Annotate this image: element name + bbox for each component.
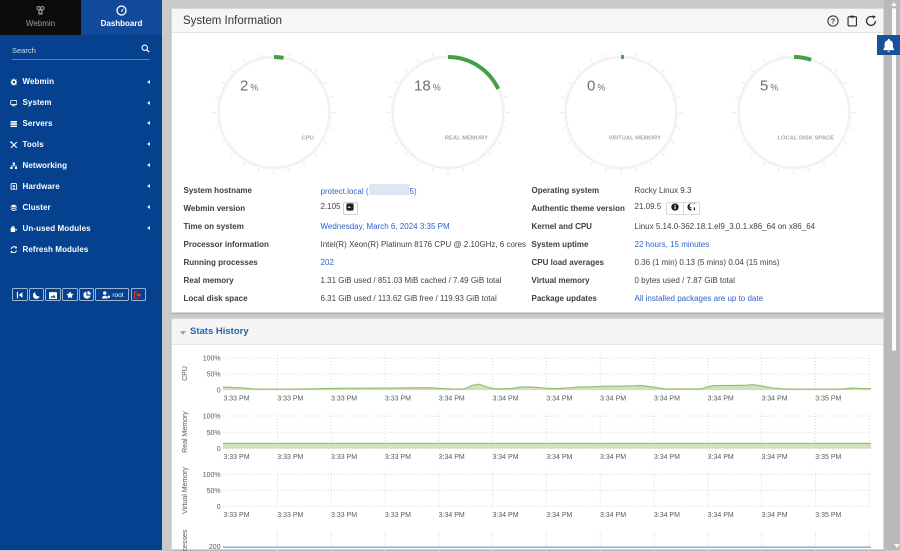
svg-text:3:34 PM: 3:34 PM — [439, 396, 465, 403]
svg-text:Virtual Memory: Virtual Memory — [182, 467, 189, 514]
svg-text:3:34 PM: 3:34 PM — [600, 396, 626, 403]
svg-text:Real Memory: Real Memory — [182, 411, 189, 453]
svg-text:3:35 PM: 3:35 PM — [815, 396, 841, 403]
svg-text:0%: 0% — [587, 78, 605, 95]
svg-text:3:34 PM: 3:34 PM — [600, 454, 626, 461]
svg-text:3:34 PM: 3:34 PM — [708, 396, 734, 403]
svg-text:Processes: Processes — [182, 529, 189, 551]
svg-text:3:33 PM: 3:33 PM — [223, 396, 249, 403]
svg-text:REAL MEMORY: REAL MEMORY — [445, 136, 488, 142]
svg-text:3:33 PM: 3:33 PM — [277, 454, 303, 461]
svg-text:3:33 PM: 3:33 PM — [331, 396, 357, 403]
svg-text:50%: 50% — [207, 372, 221, 379]
svg-text:3:33 PM: 3:33 PM — [223, 454, 249, 461]
svg-text:LOCAL DISK SPACE: LOCAL DISK SPACE — [778, 136, 835, 142]
svg-text:3:33 PM: 3:33 PM — [331, 512, 357, 519]
svg-text:3:34 PM: 3:34 PM — [439, 454, 465, 461]
svg-text:3:34 PM: 3:34 PM — [492, 454, 518, 461]
svg-text:2%: 2% — [240, 78, 258, 95]
svg-text:3:34 PM: 3:34 PM — [654, 454, 680, 461]
svg-text:3:33 PM: 3:33 PM — [331, 454, 357, 461]
svg-text:3:34 PM: 3:34 PM — [492, 396, 518, 403]
svg-text:50%: 50% — [207, 430, 221, 437]
svg-text:0: 0 — [217, 504, 221, 511]
svg-text:5%: 5% — [760, 78, 778, 95]
svg-text:3:34 PM: 3:34 PM — [761, 454, 787, 461]
svg-text:3:33 PM: 3:33 PM — [277, 512, 303, 519]
svg-text:?: ? — [831, 17, 836, 26]
svg-text:3:34 PM: 3:34 PM — [546, 512, 572, 519]
svg-text:3:34 PM: 3:34 PM — [492, 512, 518, 519]
svg-text:18%: 18% — [414, 78, 441, 95]
svg-text:3:34 PM: 3:34 PM — [761, 512, 787, 519]
svg-text:3:33 PM: 3:33 PM — [277, 396, 303, 403]
svg-text:0: 0 — [217, 388, 221, 395]
svg-text:100%: 100% — [203, 414, 221, 421]
svg-text:100%: 100% — [203, 472, 221, 479]
svg-text:3:34 PM: 3:34 PM — [654, 396, 680, 403]
svg-text:3:35 PM: 3:35 PM — [815, 454, 841, 461]
svg-text:3:33 PM: 3:33 PM — [385, 512, 411, 519]
svg-text:3:34 PM: 3:34 PM — [546, 454, 572, 461]
svg-text:3:34 PM: 3:34 PM — [439, 512, 465, 519]
svg-text:3:34 PM: 3:34 PM — [708, 454, 734, 461]
svg-text:3:34 PM: 3:34 PM — [761, 396, 787, 403]
svg-text:100%: 100% — [203, 356, 221, 363]
svg-text:3:34 PM: 3:34 PM — [600, 512, 626, 519]
svg-text:3:34 PM: 3:34 PM — [546, 396, 572, 403]
svg-text:3:34 PM: 3:34 PM — [708, 512, 734, 519]
svg-text:3:35 PM: 3:35 PM — [815, 512, 841, 519]
svg-text:3:33 PM: 3:33 PM — [385, 454, 411, 461]
svg-text:3:33 PM: 3:33 PM — [223, 512, 249, 519]
svg-text:VIRTUAL MEMORY: VIRTUAL MEMORY — [609, 136, 662, 142]
svg-text:0: 0 — [217, 446, 221, 453]
svg-text:50%: 50% — [207, 488, 221, 495]
svg-text:CPU: CPU — [302, 136, 314, 142]
svg-text:3:33 PM: 3:33 PM — [385, 396, 411, 403]
svg-text:3:34 PM: 3:34 PM — [654, 512, 680, 519]
svg-text:CPU: CPU — [182, 366, 189, 381]
